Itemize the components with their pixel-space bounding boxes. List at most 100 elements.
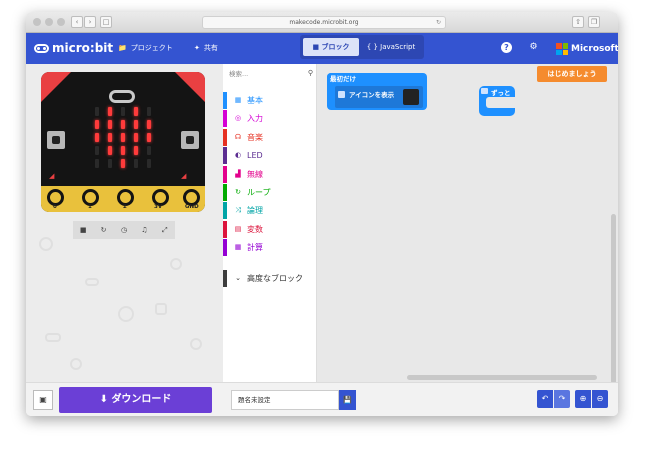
button-b[interactable] bbox=[181, 131, 199, 149]
toolbox-category[interactable]: ⤨ 論理 bbox=[223, 202, 317, 220]
back-button[interactable]: ‹ bbox=[71, 16, 83, 28]
led-matrix bbox=[87, 99, 157, 171]
browser-window: ‹ › □ makecode.microbit.org ↻ ⇧ ❐ micro:… bbox=[26, 12, 618, 416]
zoom-in-button[interactable]: ⊕ bbox=[575, 390, 591, 408]
led bbox=[147, 133, 151, 142]
led bbox=[95, 107, 99, 116]
restart-icon[interactable]: ↻ bbox=[93, 221, 113, 239]
show-icon-block[interactable]: アイコンを表示 bbox=[335, 86, 423, 108]
toolbox-category[interactable]: ▟ 無線 bbox=[223, 165, 317, 183]
category-color-bar bbox=[223, 128, 227, 146]
led bbox=[121, 159, 125, 168]
save-button[interactable]: 💾 bbox=[339, 390, 356, 410]
download-button[interactable]: ⬇ ダウンロード bbox=[59, 387, 212, 413]
led bbox=[147, 159, 151, 168]
led bbox=[95, 146, 99, 155]
search-input[interactable]: 検索... ⚲ bbox=[229, 68, 313, 82]
browser-toolbar: ‹ › □ makecode.microbit.org ↻ ⇧ ❐ bbox=[26, 12, 618, 33]
redo-button[interactable]: ↷ bbox=[554, 390, 570, 408]
refresh-icon: ↻ bbox=[235, 188, 241, 196]
collapse-simulator-button[interactable]: ▣ bbox=[33, 390, 53, 410]
category-label: 無線 bbox=[247, 169, 263, 179]
get-started-button[interactable]: はじめましょう bbox=[537, 66, 607, 82]
projects-button[interactable]: 📁 プロジェクト bbox=[118, 43, 173, 53]
address-bar[interactable]: makecode.microbit.org ↻ bbox=[202, 16, 446, 29]
microbit-board[interactable]: ◢ ◢ 0 1 2 3V GND bbox=[41, 72, 205, 212]
forever-block[interactable]: ずっと bbox=[479, 86, 515, 116]
led bbox=[134, 120, 138, 129]
editor-switch: ■ ブロック { } JavaScript bbox=[300, 35, 424, 59]
block-handle-icon bbox=[481, 88, 488, 94]
tab-blocks[interactable]: ■ ブロック bbox=[303, 38, 359, 56]
category-color-bar bbox=[223, 165, 227, 183]
tab-javascript[interactable]: { } JavaScript bbox=[360, 38, 422, 56]
toolbox-category[interactable]: ⌄ 高度なブロック bbox=[223, 270, 317, 287]
folder-icon: 📁 bbox=[118, 44, 127, 52]
led bbox=[134, 146, 138, 155]
pin-label: 3V bbox=[154, 204, 163, 210]
list-icon: ▤ bbox=[234, 224, 242, 233]
bottom-bar: ▣ ⬇ ダウンロード 題名未設定 💾 ↶ ↷ ⊕ ⊖ bbox=[26, 382, 618, 416]
microbit-logo-icon bbox=[34, 43, 49, 53]
category-label: 論理 bbox=[247, 206, 263, 216]
toolbox-category[interactable]: ☊ 音楽 bbox=[223, 128, 317, 146]
share-nodes-icon: ✦ bbox=[194, 44, 200, 52]
search-icon[interactable]: ⚲ bbox=[308, 69, 313, 77]
gear-icon[interactable]: ⚙ bbox=[528, 42, 539, 53]
led bbox=[108, 107, 112, 116]
fullscreen-icon[interactable]: ⤢ bbox=[155, 221, 175, 239]
toolbox-category[interactable]: ▤ 変数 bbox=[223, 220, 317, 238]
led bbox=[134, 159, 138, 168]
pin-label: 1 bbox=[88, 204, 92, 210]
category-label: 基本 bbox=[247, 96, 263, 105]
toggle-icon: ◐ bbox=[234, 151, 242, 160]
led bbox=[108, 120, 112, 129]
category-color-bar bbox=[223, 220, 227, 238]
minimize-window-icon[interactable] bbox=[45, 18, 53, 26]
braces-icon: { } bbox=[366, 43, 378, 51]
category-color-bar bbox=[223, 92, 227, 109]
project-name-input[interactable]: 題名未設定 bbox=[231, 390, 339, 410]
mute-icon[interactable]: ♫ bbox=[134, 221, 154, 239]
category-label: 計算 bbox=[247, 243, 263, 253]
vertical-scrollbar[interactable] bbox=[611, 214, 616, 384]
led bbox=[95, 133, 99, 142]
led bbox=[134, 107, 138, 116]
toolbox-category[interactable]: ▦ 計算 bbox=[223, 239, 317, 257]
stop-icon[interactable]: ■ bbox=[73, 221, 93, 239]
toolbox: 検索... ⚲ ▦ 基本 ◎ 入力 ☊ 音楽 ◐ LED ▟ 無線 ↻ ループ ⤨ 論理 ▤ 変数 ▦ 計算 ⌄ 高度… bbox=[223, 64, 317, 382]
led bbox=[134, 133, 138, 142]
blocks-workspace[interactable]: はじめましょう 最初だけ アイコンを表示 ずっと bbox=[317, 64, 618, 384]
category-color-bar bbox=[223, 110, 227, 128]
puzzle-icon: ■ bbox=[312, 43, 320, 51]
microbit-logo[interactable]: micro:bit bbox=[34, 41, 113, 55]
toolbox-category[interactable]: ▦ 基本 bbox=[223, 92, 317, 109]
led bbox=[108, 146, 112, 155]
reload-icon[interactable]: ↻ bbox=[436, 17, 441, 29]
slow-motion-icon[interactable]: ◷ bbox=[114, 221, 134, 239]
signal-icon: ◢ bbox=[181, 172, 187, 180]
share-icon[interactable]: ⇧ bbox=[572, 16, 584, 28]
button-a[interactable] bbox=[47, 131, 65, 149]
download-icon: ⬇ bbox=[99, 394, 108, 405]
category-label: 高度なブロック bbox=[247, 274, 303, 283]
forward-button[interactable]: › bbox=[84, 16, 96, 28]
undo-button[interactable]: ↶ bbox=[537, 390, 553, 408]
simulator-panel: ◢ ◢ 0 1 2 3V GND ■ ↻ ◷ ♫ ⤢ bbox=[26, 64, 223, 382]
close-window-icon[interactable] bbox=[33, 18, 41, 26]
microsoft-logo[interactable]: Microsoft bbox=[556, 43, 618, 55]
toolbox-category[interactable]: ◎ 入力 bbox=[223, 110, 317, 128]
toolbox-category[interactable]: ◐ LED bbox=[223, 147, 317, 165]
led bbox=[121, 107, 125, 116]
sidebar-toggle-icon[interactable]: □ bbox=[100, 16, 112, 28]
help-icon[interactable]: ? bbox=[501, 42, 512, 53]
tabs-icon[interactable]: ❐ bbox=[588, 16, 600, 28]
category-label: 音楽 bbox=[247, 132, 263, 142]
toolbox-category[interactable]: ↻ ループ bbox=[223, 184, 317, 201]
zoom-out-button[interactable]: ⊖ bbox=[592, 390, 608, 408]
url-text: makecode.microbit.org bbox=[289, 19, 359, 26]
icon-preview[interactable] bbox=[403, 89, 419, 105]
zoom-window-icon[interactable] bbox=[57, 18, 65, 26]
share-button[interactable]: ✦ 共有 bbox=[194, 43, 218, 53]
horizontal-scrollbar[interactable] bbox=[407, 375, 597, 380]
